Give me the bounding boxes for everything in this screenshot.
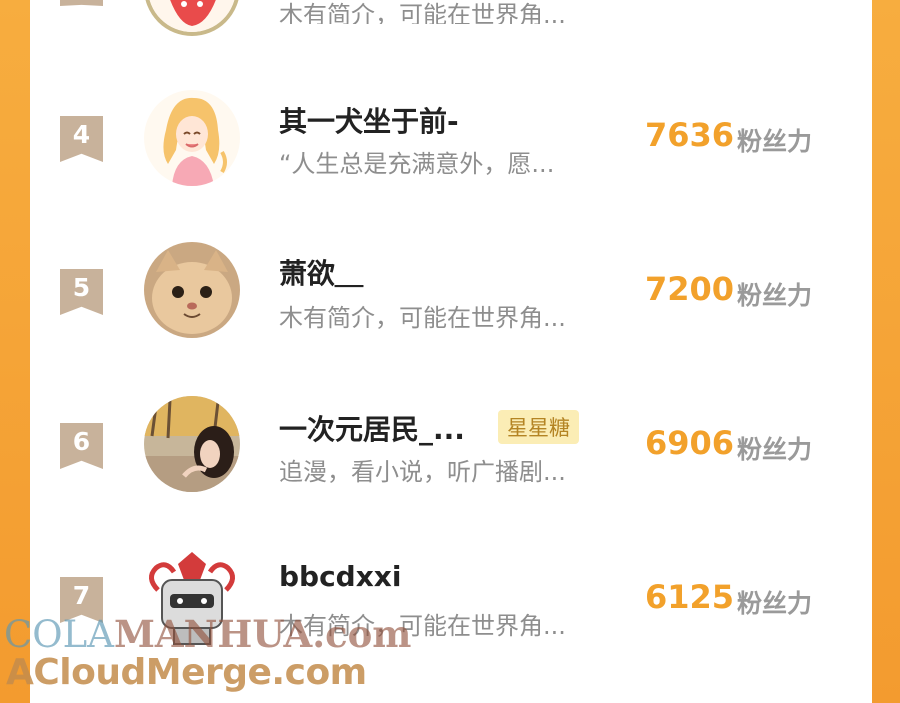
row-description: 木有简介，可能在世界角... xyxy=(279,1,566,24)
cat-avatar-icon xyxy=(144,242,240,338)
watermark-part: COLA xyxy=(4,613,114,656)
row-description: “人生总是充满意外，愿... xyxy=(279,150,555,178)
fan-score: 6906 xyxy=(645,424,735,462)
row-description: 追漫，看小说，听广播剧... xyxy=(279,458,566,486)
avatar[interactable] xyxy=(144,0,240,36)
ranking-row[interactable]: 6 一次元居民_... 星星糖 追漫，看小说，听广播剧... 6906 粉丝力 xyxy=(30,386,872,506)
fan-power-label: 粉丝力 xyxy=(737,281,813,310)
rank-badge: 6 xyxy=(60,423,103,469)
ranking-row[interactable]: 木有简介，可能在世界角... xyxy=(30,0,872,60)
fan-score: 7200 xyxy=(645,270,735,308)
avatar[interactable] xyxy=(144,396,240,492)
rank-badge: 5 xyxy=(60,269,103,315)
fan-power-label: 粉丝力 xyxy=(737,127,813,156)
fan-score: 6125 xyxy=(645,578,735,616)
watermark: ACloudMerge.com xyxy=(6,652,367,693)
avatar[interactable] xyxy=(144,242,240,338)
watermark-part: MANHUA.com xyxy=(113,612,412,656)
user-name[interactable]: 其一犬坐于前- xyxy=(279,100,459,140)
anime-girl-avatar-icon xyxy=(144,90,240,186)
ranking-row[interactable]: 4 其一犬坐于前- “人生总是充满意外，愿... 7636 粉丝力 xyxy=(30,78,872,198)
badge-tag: 星星糖 xyxy=(498,410,579,444)
ranking-row[interactable]: 5 萧欲＿ 木有简介，可能在世界角... 7200 粉丝力 xyxy=(30,232,872,352)
avatar[interactable] xyxy=(144,90,240,186)
watermark: COLAMANHUA.com xyxy=(4,612,411,656)
user-name[interactable]: bbcdxxi xyxy=(279,560,401,593)
fan-power-label: 粉丝力 xyxy=(737,435,813,464)
row-description: 木有简介，可能在世界角... xyxy=(279,304,566,332)
user-name[interactable]: 萧欲＿ xyxy=(279,252,363,292)
avatar-image-icon xyxy=(148,0,236,32)
fan-ranking-panel: 木有简介，可能在世界角... 4 其一犬坐于前- “人生总是充满意外，愿... … xyxy=(30,0,872,703)
fan-score: 7636 xyxy=(645,116,735,154)
user-name[interactable]: 一次元居民_... xyxy=(279,408,465,448)
rank-badge xyxy=(60,0,103,6)
girl-photo-avatar-icon xyxy=(144,396,240,492)
rank-badge: 4 xyxy=(60,116,103,162)
fan-power-label: 粉丝力 xyxy=(737,589,813,618)
